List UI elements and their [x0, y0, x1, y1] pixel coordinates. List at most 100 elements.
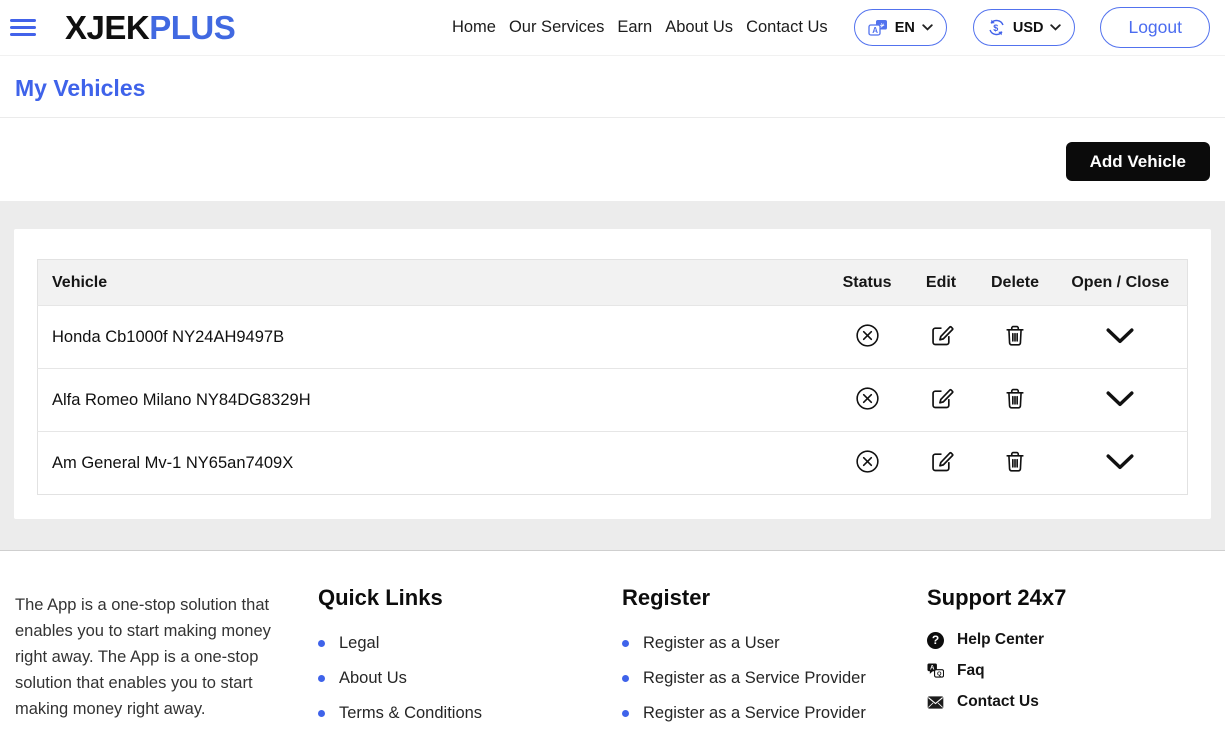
vehicles-table: Vehicle Status Edit Delete Open / Close … [37, 259, 1188, 495]
nav-item-our-services[interactable]: Our Services [509, 18, 604, 37]
edit-button[interactable] [926, 320, 957, 354]
language-value: EN [895, 20, 915, 36]
delete-button[interactable] [1000, 320, 1030, 354]
currency-value: USD [1013, 20, 1044, 36]
column-header-delete: Delete [977, 260, 1054, 306]
circle-x-icon [854, 448, 881, 478]
trash-icon [1002, 448, 1028, 478]
bullet-icon [622, 710, 629, 717]
footer-support-column: Support 24x7 ? Help Center A Q Faq [927, 578, 1210, 739]
vehicle-name: Am General Mv-1 NY65an7409X [38, 432, 829, 495]
footer: The App is a one-stop solution that enab… [0, 550, 1225, 739]
footer-link-label: Contact Us [957, 693, 1039, 711]
nav-item-earn[interactable]: Earn [617, 18, 652, 37]
currency-exchange-icon: $ [987, 18, 1006, 37]
bullet-icon [318, 710, 325, 717]
svg-text:A: A [872, 25, 878, 34]
circle-x-icon [854, 322, 881, 352]
logo-text-blue: PLUS [149, 9, 235, 46]
footer-link-label: Faq [957, 662, 985, 680]
footer-link-register-provider[interactable]: Register as a Service Provider [622, 669, 927, 688]
column-header-open-close: Open / Close [1054, 260, 1188, 306]
column-header-edit: Edit [906, 260, 977, 306]
logout-button[interactable]: Logout [1100, 7, 1210, 48]
vehicle-name: Alfa Romeo Milano NY84DG8329H [38, 369, 829, 432]
add-vehicle-button[interactable]: Add Vehicle [1066, 142, 1210, 181]
bullet-icon [622, 640, 629, 647]
hamburger-menu-icon[interactable] [10, 19, 36, 36]
footer-about-text: The App is a one-stop solution that enab… [15, 592, 299, 722]
edit-pencil-icon [928, 448, 955, 478]
open-close-toggle[interactable] [1103, 451, 1137, 476]
status-toggle-button[interactable] [852, 383, 883, 417]
footer-link-label: Register as a Service Provider [643, 669, 866, 688]
footer-link-label: Legal [339, 634, 379, 653]
bullet-icon [318, 640, 325, 647]
trash-icon [1002, 322, 1028, 352]
delete-button[interactable] [1000, 383, 1030, 417]
page-title: My Vehicles [15, 75, 1225, 101]
edit-pencil-icon [928, 322, 955, 352]
status-toggle-button[interactable] [852, 446, 883, 480]
chevron-down-icon [1105, 453, 1135, 474]
translate-icon: A [868, 19, 888, 37]
nav-item-home[interactable]: Home [452, 18, 496, 37]
svg-text:$: $ [993, 23, 998, 33]
footer-link-label: Register as a User [643, 634, 780, 653]
support-title: Support 24x7 [927, 585, 1210, 611]
footer-quick-links-column: Quick Links Legal About Us Terms & Condi… [318, 578, 622, 739]
footer-link-help-center[interactable]: ? Help Center [927, 631, 1210, 649]
delete-button[interactable] [1000, 446, 1030, 480]
bullet-icon [622, 675, 629, 682]
footer-link-contact-us[interactable]: Contact Us [927, 693, 1210, 711]
open-close-toggle[interactable] [1103, 325, 1137, 350]
footer-link-register-provider-2[interactable]: Register as a Service Provider [622, 704, 927, 723]
column-header-vehicle: Vehicle [38, 260, 829, 306]
chevron-down-icon [1105, 390, 1135, 411]
footer-register-column: Register Register as a User Register as … [622, 578, 927, 739]
footer-link-label: Register as a Service Provider [643, 704, 866, 723]
status-toggle-button[interactable] [852, 320, 883, 354]
edit-button[interactable] [926, 446, 957, 480]
vehicles-card: Vehicle Status Edit Delete Open / Close … [14, 229, 1211, 519]
footer-link-label: About Us [339, 669, 407, 688]
register-title: Register [622, 585, 927, 611]
mail-icon [927, 695, 944, 710]
nav-item-contact-us[interactable]: Contact Us [746, 18, 828, 37]
quick-links-title: Quick Links [318, 585, 622, 611]
table-row: Am General Mv-1 NY65an7409X [38, 432, 1188, 495]
currency-selector[interactable]: $ USD [973, 9, 1076, 46]
faq-icon: A Q [927, 662, 944, 680]
chevron-down-icon [1105, 327, 1135, 348]
chevron-down-icon [922, 24, 933, 31]
footer-link-label: Help Center [957, 631, 1044, 649]
content-section: Vehicle Status Edit Delete Open / Close … [0, 201, 1225, 550]
edit-button[interactable] [926, 383, 957, 417]
language-selector[interactable]: A EN [854, 9, 947, 46]
circle-x-icon [854, 385, 881, 415]
footer-link-label: Terms & Conditions [339, 704, 482, 723]
footer-link-faq[interactable]: A Q Faq [927, 662, 1210, 680]
nav-item-about-us[interactable]: About Us [665, 18, 733, 37]
open-close-toggle[interactable] [1103, 388, 1137, 413]
table-row: Honda Cb1000f NY24AH9497B [38, 306, 1188, 369]
footer-link-about-us[interactable]: About Us [318, 669, 622, 688]
footer-link-terms-conditions[interactable]: Terms & Conditions [318, 704, 622, 723]
trash-icon [1002, 385, 1028, 415]
main-nav: Home Our Services Earn About Us Contact … [452, 7, 1210, 48]
footer-link-register-user[interactable]: Register as a User [622, 634, 927, 653]
vehicle-name: Honda Cb1000f NY24AH9497B [38, 306, 829, 369]
edit-pencil-icon [928, 385, 955, 415]
bullet-icon [318, 675, 325, 682]
table-header-row: Vehicle Status Edit Delete Open / Close [38, 260, 1188, 306]
footer-about-column: The App is a one-stop solution that enab… [15, 578, 318, 739]
question-circle-icon: ? [927, 632, 944, 649]
top-navbar: XJEKPLUS Home Our Services Earn About Us… [0, 0, 1225, 56]
logo-text-black: XJEK [65, 9, 149, 46]
column-header-status: Status [829, 260, 906, 306]
svg-text:Q: Q [937, 671, 942, 677]
chevron-down-icon [1050, 24, 1061, 31]
table-row: Alfa Romeo Milano NY84DG8329H [38, 369, 1188, 432]
footer-link-legal[interactable]: Legal [318, 634, 622, 653]
app-logo[interactable]: XJEKPLUS [65, 9, 235, 47]
